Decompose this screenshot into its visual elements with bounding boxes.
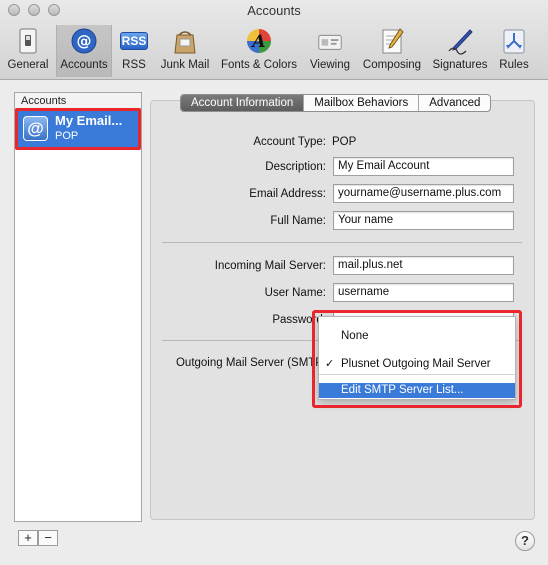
help-button[interactable]: ? [515, 531, 535, 551]
tab-bar: Account Information Mailbox Behaviors Ad… [180, 94, 492, 112]
toolbar-general[interactable]: General [4, 25, 52, 77]
user-name-field[interactable]: username [333, 283, 514, 302]
toolbar-rss[interactable]: RSS RSS [114, 25, 154, 77]
description-field[interactable]: My Email Account [333, 157, 514, 176]
toolbar-junk-mail[interactable]: Junk Mail [158, 25, 212, 77]
rss-icon: RSS [120, 32, 148, 50]
incoming-server-field[interactable]: mail.plus.net [333, 256, 514, 275]
at-icon: @ [70, 27, 98, 55]
highlight-frame [312, 310, 522, 408]
outgoing-server-label: Outgoing Mail Server (SMTP): [175, 357, 330, 369]
full-name-field[interactable]: Your name [333, 211, 514, 230]
junk-mail-icon [171, 27, 199, 55]
tab-mailbox-behaviors[interactable]: Mailbox Behaviors [303, 95, 418, 111]
email-address-field[interactable]: yourname@username.plus.com [333, 184, 514, 203]
add-account-button[interactable]: + [18, 530, 38, 546]
tab-account-information[interactable]: Account Information [181, 95, 304, 111]
accounts-preferences-window: Accounts General @ Accounts RSS RSS Junk… [0, 0, 548, 565]
window-title: Accounts [247, 3, 301, 18]
switch-icon [14, 27, 42, 55]
toolbar-composing[interactable]: Composing [358, 25, 426, 77]
toolbar-rules[interactable]: Rules [494, 25, 534, 77]
signatures-icon [446, 27, 474, 55]
incoming-server-label: Incoming Mail Server: [214, 260, 326, 272]
accounts-list-header: Accounts [15, 93, 141, 109]
user-name-label: User Name: [264, 287, 326, 299]
toolbar-signatures[interactable]: Signatures [430, 25, 490, 77]
rules-icon [500, 27, 528, 55]
account-type-label: Account Type: [253, 136, 326, 148]
full-name-label: Full Name: [270, 215, 326, 227]
toolbar-accounts[interactable]: @ Accounts [56, 25, 112, 77]
toolbar-fonts-colors[interactable]: A Fonts & Colors [216, 25, 302, 77]
highlight-frame [15, 108, 141, 150]
tab-advanced[interactable]: Advanced [418, 95, 490, 111]
account-type-value: POP [332, 136, 357, 148]
toolbar: Accounts General @ Accounts RSS RSS Junk… [0, 0, 548, 80]
section-divider [162, 242, 522, 243]
accounts-list[interactable]: Accounts @ My Email... POP [14, 92, 142, 522]
fonts-colors-icon: A [245, 27, 273, 55]
viewing-icon [316, 27, 344, 55]
description-label: Description: [265, 161, 326, 173]
composing-icon [378, 27, 406, 55]
svg-text:@: @ [77, 32, 92, 50]
toolbar-viewing[interactable]: Viewing [306, 25, 354, 77]
svg-text:A: A [250, 32, 265, 52]
remove-account-button[interactable]: − [38, 530, 58, 546]
email-address-label: Email Address: [249, 188, 326, 200]
